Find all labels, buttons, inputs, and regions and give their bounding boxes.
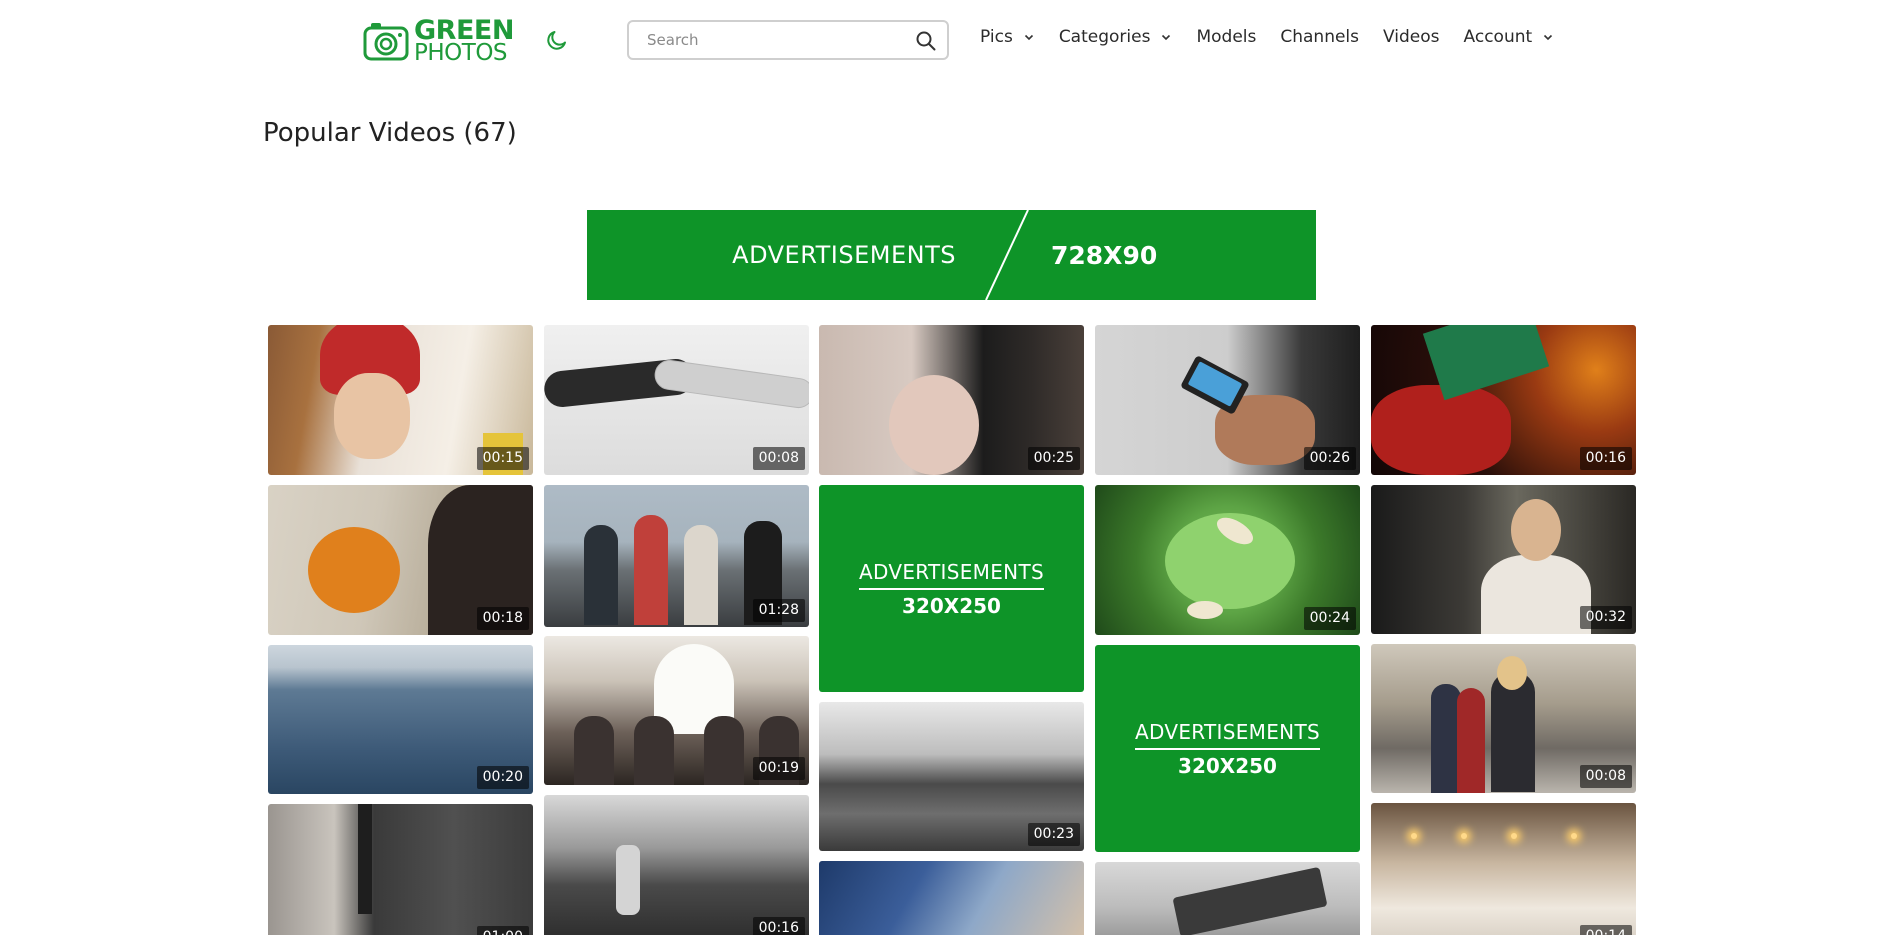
- video-card[interactable]: 00:15: [268, 325, 533, 475]
- search-input[interactable]: [645, 28, 905, 52]
- video-duration: 00:18: [476, 607, 529, 630]
- banner-ad[interactable]: ADVERTISEMENTS 728X90: [587, 210, 1316, 300]
- video-duration: 00:23: [1027, 823, 1080, 846]
- video-grid: 00:15 00:18 00:20 01:00 00:08 01:28 00:1…: [268, 325, 1636, 935]
- video-duration: 00:24: [1303, 607, 1356, 630]
- video-card[interactable]: 00:08: [1371, 644, 1636, 793]
- video-card[interactable]: 00:14: [1371, 803, 1636, 935]
- video-duration: 00:32: [1579, 606, 1632, 629]
- search-box: [627, 20, 949, 60]
- video-card[interactable]: 00:32: [1371, 485, 1636, 634]
- video-duration: 01:00: [476, 926, 529, 935]
- video-card[interactable]: 00:16: [544, 795, 809, 935]
- video-card[interactable]: 00:16: [1371, 325, 1636, 475]
- video-duration: 00:20: [476, 766, 529, 789]
- video-duration: 00:16: [1579, 447, 1632, 470]
- nav-account[interactable]: Account: [1464, 27, 1555, 47]
- camera-icon: [363, 23, 409, 61]
- video-thumbnail: [1371, 803, 1636, 935]
- main-nav: Pics Categories Models Channels Videos A…: [980, 27, 1578, 47]
- video-card[interactable]: 00:20: [268, 645, 533, 794]
- square-ad[interactable]: ADVERTISEMENTS 320X250: [819, 485, 1084, 692]
- chevron-down-icon: [1024, 34, 1033, 41]
- logo-line-2: PHOTOS: [414, 40, 508, 66]
- video-thumbnail: [1095, 862, 1360, 935]
- nav-videos[interactable]: Videos: [1383, 27, 1440, 47]
- video-card[interactable]: 01:28: [544, 485, 809, 627]
- nav-categories-label: Categories: [1058, 27, 1151, 47]
- video-thumbnail: [819, 861, 1084, 935]
- ad-label: ADVERTISEMENTS: [1135, 720, 1320, 750]
- video-duration: 00:08: [1579, 765, 1632, 788]
- nav-account-label: Account: [1463, 27, 1533, 47]
- nav-pics[interactable]: Pics: [980, 27, 1035, 47]
- video-card[interactable]: [1095, 862, 1360, 935]
- moon-icon[interactable]: [545, 28, 569, 52]
- chevron-down-icon: [1544, 34, 1553, 41]
- nav-models[interactable]: Models: [1196, 27, 1256, 47]
- video-card[interactable]: 00:25: [819, 325, 1084, 475]
- site-logo[interactable]: GREEN PHOTOS: [362, 17, 514, 65]
- video-duration: 01:28: [752, 599, 805, 622]
- video-duration: 00:26: [1303, 447, 1356, 470]
- video-thumbnail: [544, 795, 809, 935]
- page-title: Popular Videos (67): [263, 118, 517, 148]
- video-card[interactable]: 00:19: [544, 636, 809, 785]
- logo-wordmark: GREEN PHOTOS: [414, 17, 514, 65]
- nav-pics-label: Pics: [980, 27, 1013, 47]
- ad-size: 320X250: [1178, 753, 1277, 778]
- search-icon[interactable]: [915, 30, 937, 52]
- site-header: GREEN PHOTOS Pics Categories Models Chan…: [0, 0, 1902, 80]
- banner-divider: [985, 210, 1029, 300]
- video-card[interactable]: 00:23: [819, 702, 1084, 851]
- banner-ad-size: 728X90: [1051, 240, 1158, 270]
- nav-channels[interactable]: Channels: [1280, 27, 1359, 47]
- nav-categories[interactable]: Categories: [1059, 27, 1173, 47]
- banner-ad-label: ADVERTISEMENTS: [732, 241, 956, 269]
- ad-size: 320X250: [902, 593, 1001, 618]
- video-duration: 00:14: [1579, 925, 1632, 935]
- video-card[interactable]: 00:18: [268, 485, 533, 635]
- video-card[interactable]: 00:26: [1095, 325, 1360, 475]
- video-card[interactable]: [819, 861, 1084, 935]
- nav-models-label: Models: [1196, 27, 1257, 47]
- chevron-down-icon: [1162, 34, 1171, 41]
- video-duration: 00:15: [476, 447, 529, 470]
- ad-label: ADVERTISEMENTS: [859, 560, 1044, 590]
- video-duration: 00:25: [1027, 447, 1080, 470]
- video-thumbnail: [268, 804, 533, 935]
- video-card[interactable]: 00:24: [1095, 485, 1360, 635]
- square-ad[interactable]: ADVERTISEMENTS 320X250: [1095, 645, 1360, 852]
- nav-channels-label: Channels: [1280, 27, 1360, 47]
- video-duration: 00:08: [752, 447, 805, 470]
- video-duration: 00:19: [752, 757, 805, 780]
- video-card[interactable]: 00:08: [544, 325, 809, 475]
- nav-videos-label: Videos: [1383, 27, 1440, 47]
- video-duration: 00:16: [752, 917, 805, 935]
- video-card[interactable]: 01:00: [268, 804, 533, 935]
